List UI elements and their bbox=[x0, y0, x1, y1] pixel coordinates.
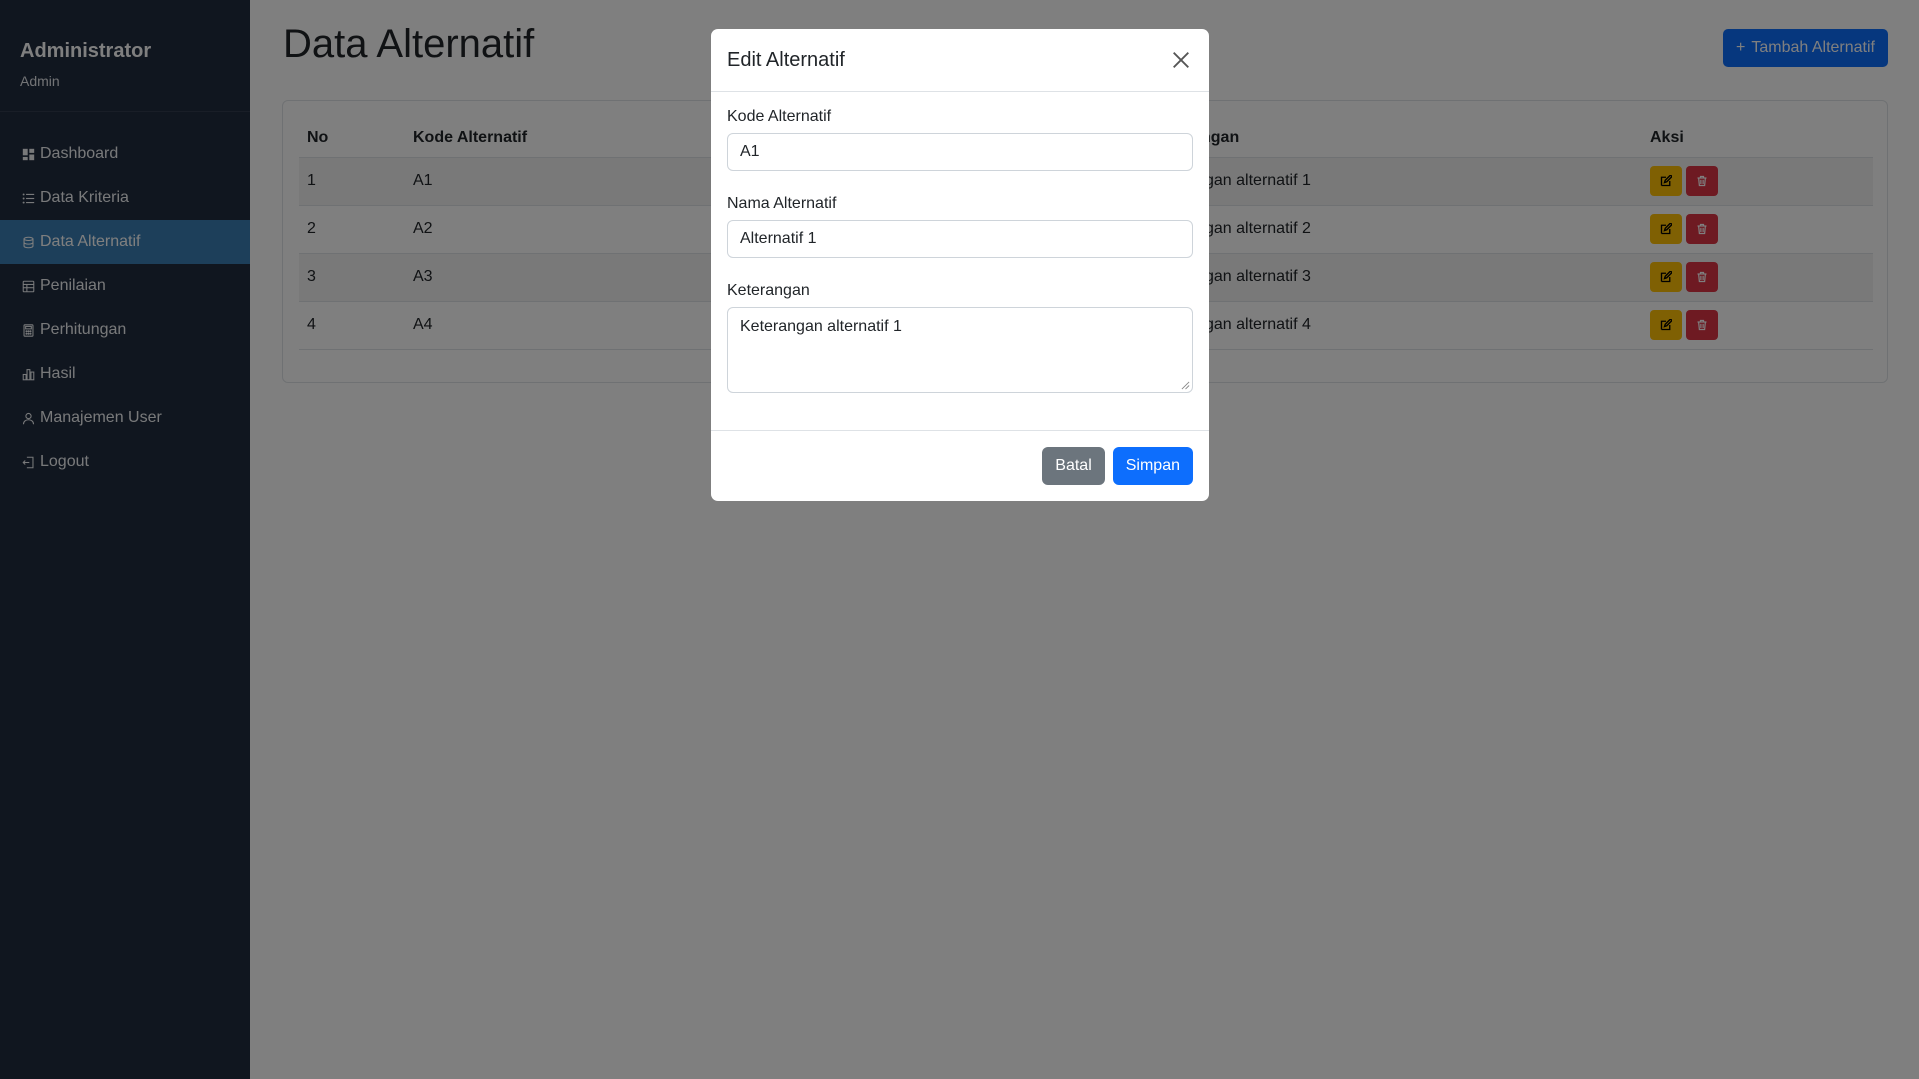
save-button[interactable]: Simpan bbox=[1112, 446, 1193, 485]
keterangan-label: Keterangan bbox=[727, 282, 810, 299]
keterangan-textarea[interactable]: Keterangan alternatif 1 bbox=[727, 307, 1193, 393]
resize-grip-icon[interactable] bbox=[1181, 381, 1190, 390]
modal-title: Edit Alternatif bbox=[727, 48, 845, 71]
keterangan-text: Keterangan alternatif 1 bbox=[740, 318, 902, 335]
kode-alternatif-input[interactable]: A1 bbox=[727, 133, 1193, 171]
modal-body: Kode Alternatif A1 Nama Alternatif Alter… bbox=[711, 92, 1209, 431]
cancel-button[interactable]: Batal bbox=[1042, 446, 1105, 485]
nama-alternatif-input[interactable]: Alternatif 1 bbox=[727, 220, 1193, 258]
edit-alternatif-modal: Edit Alternatif Kode Alternatif A1 Nama … bbox=[711, 29, 1209, 501]
close-icon bbox=[1173, 52, 1189, 68]
modal-header: Edit Alternatif bbox=[711, 29, 1209, 92]
kode-alternatif-label: Kode Alternatif bbox=[727, 108, 832, 125]
nama-alternatif-label: Nama Alternatif bbox=[727, 195, 837, 212]
modal-footer: Batal Simpan bbox=[711, 431, 1209, 500]
close-button[interactable] bbox=[1169, 48, 1193, 72]
